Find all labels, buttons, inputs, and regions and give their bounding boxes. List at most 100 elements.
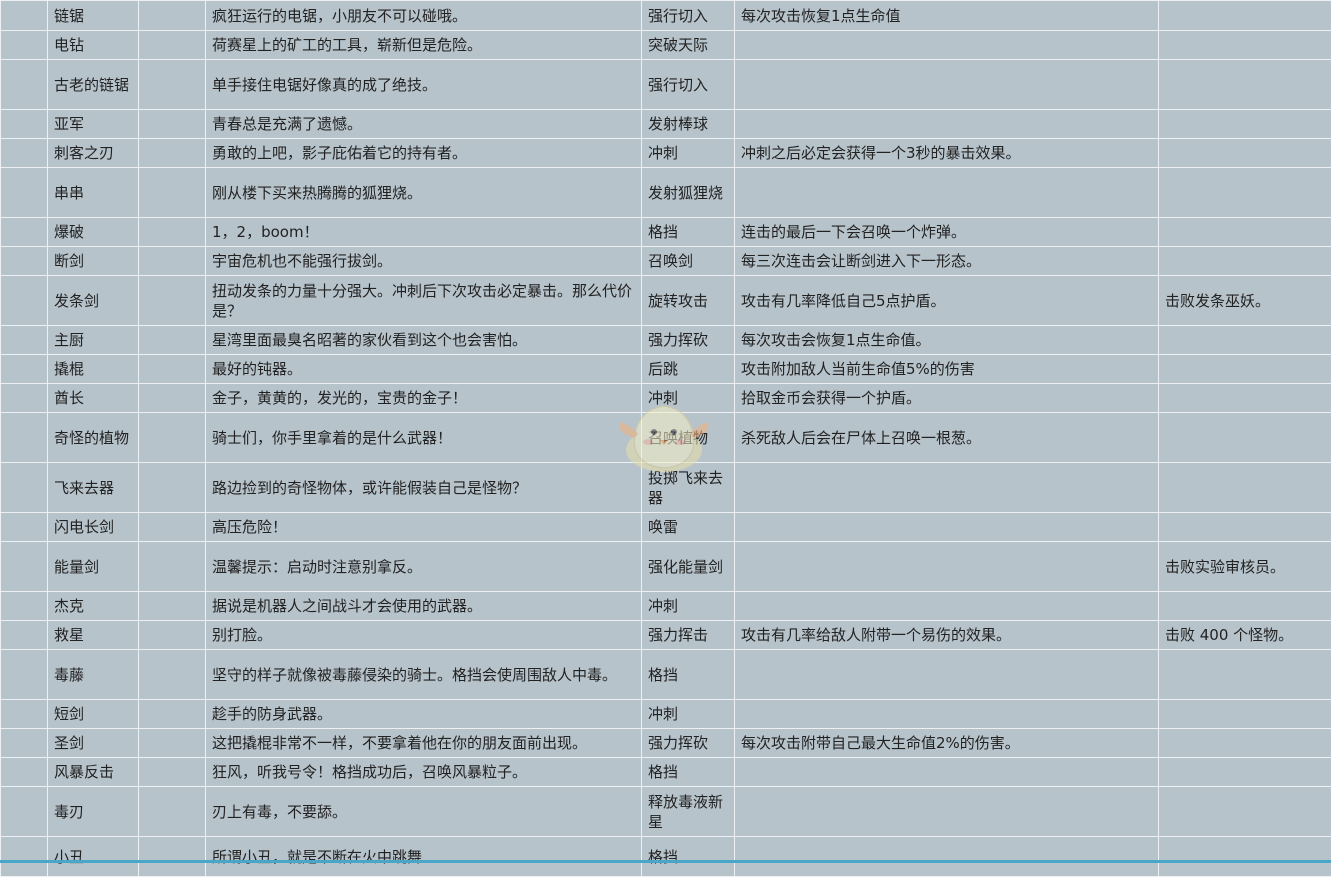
effect-cell: 攻击附加敌人当前生命值5%的伤害: [735, 355, 1159, 384]
unlock-cell: [1159, 110, 1331, 139]
unlock-cell: [1159, 31, 1331, 60]
table-row: 主厨星湾里面最臭名昭著的家伙看到这个也会害怕。强力挥砍每次攻击会恢复1点生命值。: [1, 326, 1331, 355]
table-row: 短剑趁手的防身武器。冲刺: [1, 700, 1331, 729]
description-cell: 星湾里面最臭名昭著的家伙看到这个也会害怕。: [206, 326, 642, 355]
skill-cell: 旋转攻击: [642, 276, 735, 326]
name-cell: 毒刃: [48, 787, 139, 837]
unlock-cell: [1159, 355, 1331, 384]
effect-cell: [735, 592, 1159, 621]
table-row: 小丑所谓小丑，就是不断在火中跳舞格挡: [1, 837, 1331, 877]
description-cell: 所谓小丑，就是不断在火中跳舞: [206, 837, 642, 877]
empty-cell: [1, 700, 48, 729]
effect-cell: 攻击有几率降低自己5点护盾。: [735, 276, 1159, 326]
name-cell: 飞来去器: [48, 463, 139, 513]
table-row: 飞来去器路边捡到的奇怪物体，或许能假装自己是怪物？投掷飞来去器: [1, 463, 1331, 513]
effect-cell: [735, 60, 1159, 110]
effect-cell: 每次攻击附带自己最大生命值2%的伤害。: [735, 729, 1159, 758]
unlock-cell: 击败发条巫妖。: [1159, 276, 1331, 326]
unlock-cell: [1159, 650, 1331, 700]
table-row: 串串刚从楼下买来热腾腾的狐狸烧。发射狐狸烧: [1, 168, 1331, 218]
description-cell: 路边捡到的奇怪物体，或许能假装自己是怪物？: [206, 463, 642, 513]
empty-cell: [1, 513, 48, 542]
skill-cell: 强力挥砍: [642, 326, 735, 355]
effect-cell: [735, 758, 1159, 787]
empty-cell: [1, 276, 48, 326]
table-row: 断剑宇宙危机也不能强行拔剑。召唤剑每三次连击会让断剑进入下一形态。: [1, 247, 1331, 276]
empty-cell: [139, 758, 206, 787]
unlock-cell: [1159, 168, 1331, 218]
table-row: 刺客之刃勇敢的上吧，影子庇佑着它的持有者。冲刺冲刺之后必定会获得一个3秒的暴击效…: [1, 139, 1331, 168]
empty-cell: [139, 463, 206, 513]
empty-cell: [139, 542, 206, 592]
description-cell: 疯狂运行的电锯，小朋友不可以碰哦。: [206, 1, 642, 31]
name-cell: 撬棍: [48, 355, 139, 384]
description-cell: 这把撬棍非常不一样，不要拿着他在你的朋友面前出现。: [206, 729, 642, 758]
effect-cell: 杀死敌人后会在尸体上召唤一根葱。: [735, 413, 1159, 463]
empty-cell: [139, 218, 206, 247]
skill-cell: 冲刺: [642, 384, 735, 413]
empty-cell: [1, 758, 48, 787]
table-row: 撬棍 最好的钝器。后跳攻击附加敌人当前生命值5%的伤害: [1, 355, 1331, 384]
description-cell: 金子，黄黄的，发光的，宝贵的金子！: [206, 384, 642, 413]
weapon-table-body: 链锯疯狂运行的电锯，小朋友不可以碰哦。强行切入每次攻击恢复1点生命值电钻荷赛星上…: [1, 1, 1331, 877]
empty-cell: [139, 650, 206, 700]
skill-cell: 冲刺: [642, 592, 735, 621]
empty-cell: [1, 247, 48, 276]
empty-cell: [139, 1, 206, 31]
name-cell: 风暴反击: [48, 758, 139, 787]
table-row: 古老的链锯单手接住电锯好像真的成了绝技。强行切入: [1, 60, 1331, 110]
table-row: 毒藤坚守的样子就像被毒藤侵染的骑士。格挡会使周围敌人中毒。格挡: [1, 650, 1331, 700]
unlock-cell: [1159, 413, 1331, 463]
effect-cell: [735, 168, 1159, 218]
empty-cell: [139, 700, 206, 729]
description-cell: 刚从楼下买来热腾腾的狐狸烧。: [206, 168, 642, 218]
empty-cell: [1, 592, 48, 621]
description-cell: 坚守的样子就像被毒藤侵染的骑士。格挡会使周围敌人中毒。: [206, 650, 642, 700]
name-cell: 刺客之刃: [48, 139, 139, 168]
table-row: 杰克据说是机器人之间战斗才会使用的武器。冲刺: [1, 592, 1331, 621]
skill-cell: 格挡: [642, 218, 735, 247]
description-cell: 最好的钝器。: [206, 355, 642, 384]
empty-cell: [139, 276, 206, 326]
unlock-cell: [1159, 729, 1331, 758]
effect-cell: 冲刺之后必定会获得一个3秒的暴击效果。: [735, 139, 1159, 168]
effect-cell: [735, 787, 1159, 837]
name-cell: 串串: [48, 168, 139, 218]
unlock-cell: [1159, 326, 1331, 355]
empty-cell: [1, 787, 48, 837]
unlock-cell: [1159, 60, 1331, 110]
empty-cell: [139, 592, 206, 621]
description-cell: 1，2，boom！: [206, 218, 642, 247]
effect-cell: [735, 650, 1159, 700]
name-cell: 杰克: [48, 592, 139, 621]
effect-cell: 连击的最后一下会召唤一个炸弹。: [735, 218, 1159, 247]
empty-cell: [139, 110, 206, 139]
effect-cell: [735, 542, 1159, 592]
table-row: 发条剑扭动发条的力量十分强大。冲刺后下次攻击必定暴击。那么代价是？旋转攻击攻击有…: [1, 276, 1331, 326]
name-cell: 短剑: [48, 700, 139, 729]
skill-cell: 后跳: [642, 355, 735, 384]
table-row: 闪电长剑高压危险！唤雷: [1, 513, 1331, 542]
empty-cell: [139, 139, 206, 168]
empty-cell: [139, 729, 206, 758]
description-cell: 扭动发条的力量十分强大。冲刺后下次攻击必定暴击。那么代价是？: [206, 276, 642, 326]
table-row: 风暴反击狂风，听我号令！格挡成功后，召唤风暴粒子。格挡: [1, 758, 1331, 787]
effect-cell: [735, 110, 1159, 139]
description-cell: 勇敢的上吧，影子庇佑着它的持有者。: [206, 139, 642, 168]
effect-cell: [735, 513, 1159, 542]
empty-cell: [1, 384, 48, 413]
table-row: 链锯疯狂运行的电锯，小朋友不可以碰哦。强行切入每次攻击恢复1点生命值: [1, 1, 1331, 31]
empty-cell: [1, 326, 48, 355]
description-cell: 温馨提示：启动时注意别拿反。: [206, 542, 642, 592]
name-cell: 能量剑: [48, 542, 139, 592]
description-cell: 骑士们，你手里拿着的是什么武器！: [206, 413, 642, 463]
effect-cell: 每次攻击会恢复1点生命值。: [735, 326, 1159, 355]
description-cell: 宇宙危机也不能强行拔剑。: [206, 247, 642, 276]
name-cell: 奇怪的植物: [48, 413, 139, 463]
description-cell: 荷赛星上的矿工的工具，崭新但是危险。: [206, 31, 642, 60]
empty-cell: [1, 837, 48, 877]
name-cell: 救星: [48, 621, 139, 650]
effect-cell: 每次攻击恢复1点生命值: [735, 1, 1159, 31]
name-cell: 爆破: [48, 218, 139, 247]
description-cell: 趁手的防身武器。: [206, 700, 642, 729]
